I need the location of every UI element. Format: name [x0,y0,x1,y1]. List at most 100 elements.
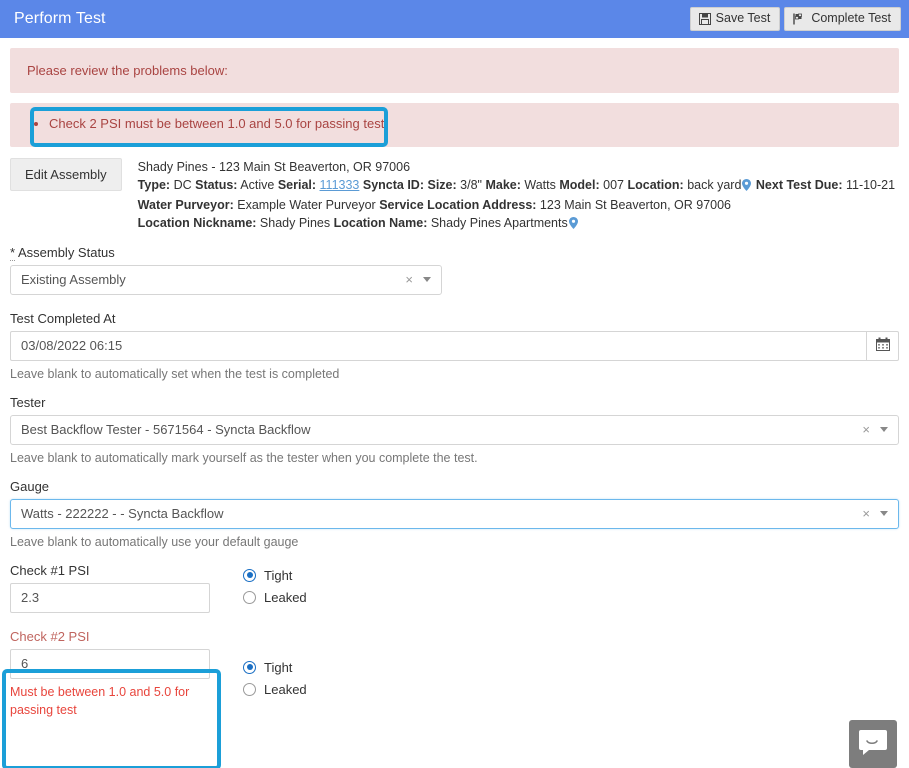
alerts-region: Please review the problems below: Check … [0,38,909,147]
gauge-chevron-down-icon[interactable] [880,511,888,516]
water-purveyor-value: Example Water Purveyor [237,198,376,212]
save-test-button[interactable]: Save Test [689,7,781,31]
next-test-due-label: Next Test Due: [755,178,843,193]
check2-label: Check #2 PSI [10,628,90,644]
page-title: Perform Test [14,10,106,27]
header-actions: Save Test Complete Test [689,7,901,31]
gauge-help: Leave blank to automatically use your de… [10,534,299,549]
tester-label: Tester [10,394,46,410]
tester-clear-icon[interactable]: × [858,422,880,437]
problem-list: Check 2 PSI must be between 1.0 and 5.0 … [27,114,882,134]
serial-link[interactable]: 111333 [320,178,360,192]
radio-unselected-icon[interactable] [243,590,256,604]
check1-tight-option[interactable]: Tight [243,568,307,583]
chat-bubble-icon [859,729,887,759]
location-nickname-value: Shady Pines [259,215,331,230]
complete-test-label: Complete Test [811,11,891,26]
map-pin-icon[interactable] [742,179,752,197]
perform-test-page: Perform Test Save Test Complete Test Ple… [0,0,909,768]
assembly-summary: Edit Assembly Shady Pines - 123 Main St … [0,147,909,235]
chevron-down-icon[interactable] [423,277,431,282]
location-label: Location: [627,178,684,193]
test-completed-at-input[interactable] [10,330,867,361]
alert-problem-list: Check 2 PSI must be between 1.0 and 5.0 … [10,103,899,147]
check1-leaked-label: Leaked [264,589,307,605]
tester-value: Best Backflow Tester - 5671564 - Syncta … [21,422,311,437]
gauge-label: Gauge [10,478,50,494]
problem-list-item: Check 2 PSI must be between 1.0 and 5.0 … [49,114,882,134]
field-gauge: Gauge Watts - 222222 - - Syncta Backflow… [10,479,899,549]
service-address-value: 123 Main St Beaverton, OR 97006 [539,198,732,212]
assembly-details: Shady Pines - 123 Main St Beaverton, OR … [138,158,895,235]
check2-error-message: Must be between 1.0 and 5.0 for passing … [10,684,190,717]
check2-tight-label: Tight [264,659,293,675]
check2-tight-option[interactable]: Tight [243,660,307,675]
status-label: Status: [195,178,238,193]
check2-leaked-option[interactable]: Leaked [243,682,307,697]
serial-label: Serial: [277,178,317,193]
radio-selected-icon-2[interactable] [243,660,256,674]
assembly-status-clear-icon[interactable]: × [401,272,423,287]
test-completed-at-label: Test Completed At [10,310,116,326]
save-test-label: Save Test [715,11,771,26]
check1-row: Check #1 PSI Tight Leaked [10,563,899,613]
check1-tight-label: Tight [264,567,293,583]
assembly-status-label: * Assembly Status [10,244,899,261]
flag-icon [793,13,806,25]
type-value: DC [173,178,192,193]
check1-psi-input[interactable] [10,582,210,613]
next-test-due-value: 11-10-21 [845,178,896,193]
location-name-value: Shady Pines Apartments [430,215,568,230]
check1-leaked-option[interactable]: Leaked [243,590,307,605]
field-assembly-status: * Assembly Status Existing Assembly × [10,244,899,295]
service-address-label: Service Location Address: [379,198,537,212]
alert-summary-text: Please review the problems below: [27,63,228,78]
radio-unselected-icon-2[interactable] [243,682,256,696]
assembly-line-3: Water Purveyor: Example Water Purveyor S… [138,197,895,215]
edit-assembly-button[interactable]: Edit Assembly [10,157,122,191]
tester-chevron-down-icon[interactable] [880,427,888,432]
check2-left: Check #2 PSI Must be between 1.0 and 5.0… [10,629,220,719]
check1-left: Check #1 PSI [10,563,220,613]
assembly-line-4: Location Nickname: Shady Pines Location … [138,215,895,235]
tester-select[interactable]: Best Backflow Tester - 5671564 - Syncta … [10,414,899,445]
gauge-clear-icon[interactable]: × [858,506,880,521]
syncta-id-label: Syncta ID: [362,178,424,193]
assembly-title: Shady Pines - 123 Main St Beaverton, OR … [137,159,411,174]
radio-selected-icon[interactable] [243,568,256,582]
model-value: 007 [603,178,624,193]
make-label: Make: [485,178,521,193]
alert-summary: Please review the problems below: [10,48,899,93]
size-label: Size: [427,178,457,193]
perform-test-form: * Assembly Status Existing Assembly × Te… [0,235,909,719]
test-completed-at-help: Leave blank to automatically set when th… [10,366,340,381]
chat-launcher-button[interactable] [849,720,897,768]
assembly-line-2: Type: DC Status: Active Serial: 111333 S… [138,177,895,197]
floppy-disk-icon [698,12,711,25]
required-marker: * [10,244,16,261]
gauge-select[interactable]: Watts - 222222 - - Syncta Backflow × [10,498,899,529]
status-value: Active [240,178,275,193]
calendar-icon [875,337,890,354]
make-value: Watts [524,178,556,193]
complete-test-button[interactable]: Complete Test [784,7,901,31]
check2-radios: Tight Leaked [243,629,307,704]
map-pin-icon-2[interactable] [568,216,578,235]
location-nickname-label: Location Nickname: [137,215,257,230]
calendar-icon-button[interactable] [866,330,899,361]
assembly-status-value: Existing Assembly [21,272,126,287]
model-label: Model: [559,178,600,193]
assembly-status-select[interactable]: Existing Assembly × [10,264,442,295]
type-label: Type: [137,178,171,193]
field-tester: Tester Best Backflow Tester - 5671564 - … [10,395,899,465]
check2-psi-input[interactable] [10,648,210,679]
location-name-label: Location Name: [333,215,428,230]
page-header: Perform Test Save Test Complete Test [0,0,909,38]
location-value: back yard [687,178,742,193]
tester-help: Leave blank to automatically mark yourse… [10,450,478,465]
check2-leaked-label: Leaked [264,681,307,697]
assembly-status-label-text: Assembly Status [17,244,115,260]
check1-radios: Tight Leaked [243,563,307,612]
gauge-value: Watts - 222222 - - Syncta Backflow [21,506,224,521]
test-completed-at-group [10,330,899,361]
